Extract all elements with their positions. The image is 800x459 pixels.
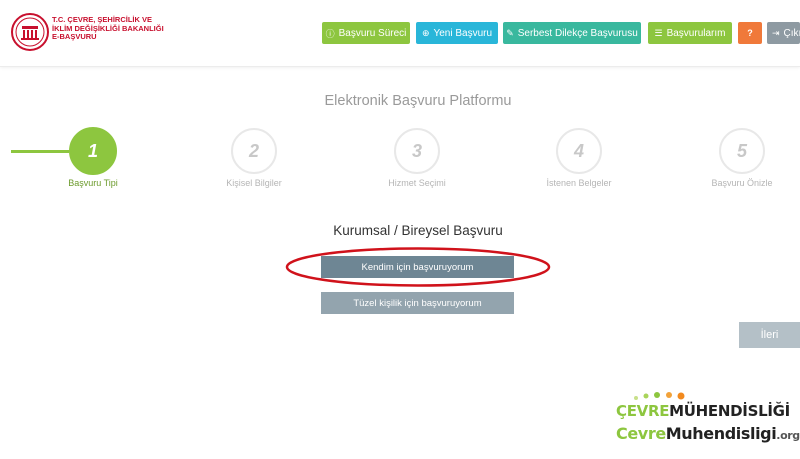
nav-label: Yeni Başvuru (433, 27, 493, 39)
watermark-top-b: MÜHENDİSLİĞİ (669, 402, 790, 420)
nav-new-application-button[interactable]: ⊕ Yeni Başvuru (416, 22, 498, 44)
list-icon: ☰ (654, 27, 663, 38)
watermark-bottom-a: Cevre (616, 424, 666, 443)
step-1-label: Başvuru Tipi (68, 178, 118, 188)
nav-my-applications-button[interactable]: ☰ Başvurularım (648, 22, 732, 44)
info-icon: ⓘ (325, 28, 335, 39)
step-number: 4 (573, 140, 584, 161)
watermark-logo: ÇEVREMÜHENDİSLİĞİ CevreMuhendisligi.org (616, 390, 800, 450)
dots-icon (634, 392, 685, 400)
corporate-application-button[interactable]: Tüzel kişilik için başvuruyorum (321, 292, 514, 314)
step-3-label: Hizmet Seçimi (388, 178, 446, 188)
plus-icon: ⊕ (421, 27, 430, 38)
nav-logout-button[interactable]: ⇥ Çıkı (767, 22, 800, 44)
logout-icon: ⇥ (772, 27, 780, 38)
step-1-circle: 1 (69, 127, 117, 175)
brand-text: T.C. ÇEVRE, ŞEHİRCİLİK VE İKLİM DEĞİŞİKL… (52, 15, 164, 42)
nav-label: Başvurularım (666, 27, 726, 39)
watermark-top: ÇEVREMÜHENDİSLİĞİ (616, 402, 790, 420)
nav-label: Serbest Dilekçe Başvurusu (517, 27, 638, 39)
nav-help-button[interactable]: ? (738, 22, 762, 44)
step-4-circle: 4 (556, 128, 602, 174)
step-number: 5 (736, 140, 747, 161)
nav-application-process-button[interactable]: ⓘ Başvuru Süreci (322, 22, 410, 44)
nav-label: Çıkı (783, 27, 800, 39)
step-3-circle: 3 (394, 128, 440, 174)
top-header: T.C. ÇEVRE, ŞEHİRCİLİK VE İKLİM DEĞİŞİKL… (0, 0, 800, 67)
brand-line-3: E-BAŞVURU (52, 32, 97, 41)
watermark-bottom-c: .org (776, 429, 800, 442)
step-4-label: İstenen Belgeler (546, 178, 612, 188)
watermark-bottom-b: Muhendisligi (665, 424, 777, 443)
ministry-logo-icon (11, 13, 49, 51)
step-2-circle: 2 (231, 128, 277, 174)
question-icon: ? (747, 28, 753, 38)
highlight-ellipse (285, 247, 551, 287)
step-number: 2 (248, 140, 259, 161)
step-5-circle: 5 (719, 128, 765, 174)
next-button[interactable]: İleri (739, 322, 800, 348)
nav-free-petition-button[interactable]: ✎ Serbest Dilekçe Başvurusu (503, 22, 641, 44)
step-number: 1 (87, 140, 98, 161)
watermark-top-a: ÇEVRE (616, 402, 670, 420)
step-number: 3 (411, 140, 422, 161)
pencil-icon: ✎ (506, 27, 514, 38)
section-title: Kurumsal / Bireysel Başvuru (333, 223, 503, 238)
watermark-bottom: CevreMuhendisligi.org (616, 424, 800, 443)
step-5-label: Başvuru Önizle (711, 178, 773, 188)
step-2-label: Kişisel Bilgiler (226, 178, 282, 188)
page-title: Elektronik Başvuru Platformu (324, 93, 512, 109)
progress-line (11, 150, 69, 153)
nav-label: Başvuru Süreci (338, 27, 407, 39)
